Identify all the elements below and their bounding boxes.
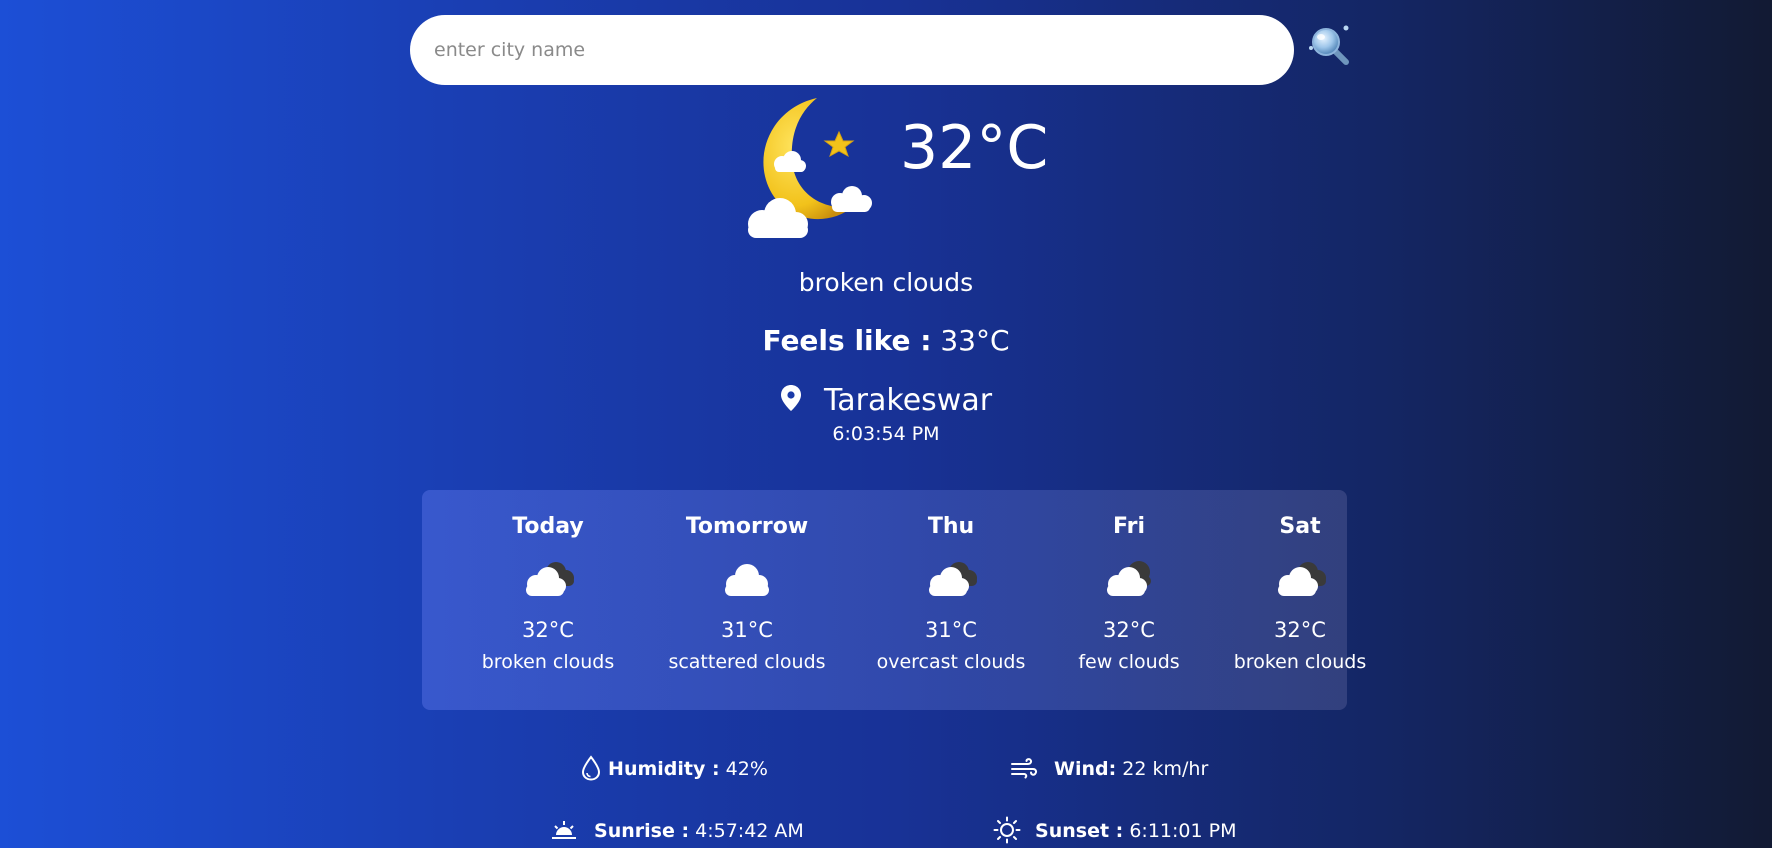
broken-clouds-icon — [1278, 562, 1326, 596]
sunrise-label: Sunrise : — [594, 820, 690, 842]
overcast-clouds-icon — [929, 562, 977, 596]
forecast-temp: 31°C — [925, 618, 977, 642]
feels-like: Feels like : 33°C — [0, 322, 1772, 360]
search-button[interactable] — [1306, 22, 1356, 70]
forecast-temp: 32°C — [1103, 618, 1155, 642]
forecast-desc: broken clouds — [481, 651, 615, 673]
few-clouds-icon — [1107, 561, 1151, 596]
forecast-day-name: Thu — [927, 514, 975, 539]
wind-value: 22 km/hr — [1122, 758, 1209, 780]
map-pin-icon — [780, 384, 801, 411]
water-drop-icon — [581, 754, 601, 781]
forecast-temp: 32°C — [1274, 618, 1326, 642]
broken-clouds-icon — [526, 562, 574, 596]
wind: Wind: 22 km/hr — [1010, 755, 1208, 783]
feels-like-value: 33°C — [940, 324, 1010, 357]
scattered-clouds-icon — [725, 564, 769, 596]
sunrise-value: 4:57:42 AM — [695, 820, 804, 842]
wind-icon — [1011, 757, 1038, 778]
city-name: Tarakeswar — [823, 383, 993, 418]
forecast-desc: few clouds — [1078, 651, 1180, 673]
forecast-day-name: Today — [512, 514, 584, 539]
forecast-desc: scattered clouds — [668, 651, 826, 673]
current-temperature: 32°C — [900, 113, 1049, 183]
forecast-day-name: Fri — [1112, 514, 1145, 539]
forecast-desc: overcast clouds — [876, 651, 1026, 673]
forecast-day-name: Sat — [1279, 514, 1321, 539]
humidity-label: Humidity : — [608, 758, 720, 780]
weather-description: broken clouds — [798, 268, 974, 297]
sun-icon — [993, 816, 1021, 843]
city-search-input[interactable] — [410, 15, 1294, 85]
local-time: 6:03:54 PM — [832, 423, 940, 445]
forecast-temp: 32°C — [522, 618, 574, 642]
sunset-value: 6:11:01 PM — [1129, 820, 1237, 842]
wind-label: Wind: — [1054, 758, 1117, 780]
sunset: Sunset : 6:11:01 PM — [993, 816, 1237, 846]
magnifier-icon — [1309, 25, 1349, 65]
forecast-day-name: Tomorrow — [685, 514, 809, 539]
sunrise: Sunrise : 4:57:42 AM — [550, 817, 804, 845]
humidity-value: 42% — [725, 758, 768, 780]
humidity: Humidity : 42% — [580, 754, 768, 783]
forecast-desc: broken clouds — [1233, 651, 1367, 673]
sunrise-icon — [552, 820, 576, 839]
forecast-temp: 31°C — [721, 618, 773, 642]
night-moon-clouds-icon — [748, 98, 872, 238]
search-bar — [410, 15, 1294, 85]
location: Tarakeswar — [0, 381, 1772, 421]
forecast-panel: Today 32°C broken clouds Tomorrow 31°C s… — [422, 490, 1366, 710]
sunset-label: Sunset : — [1035, 820, 1124, 842]
feels-like-label: Feels like : — [762, 324, 932, 357]
